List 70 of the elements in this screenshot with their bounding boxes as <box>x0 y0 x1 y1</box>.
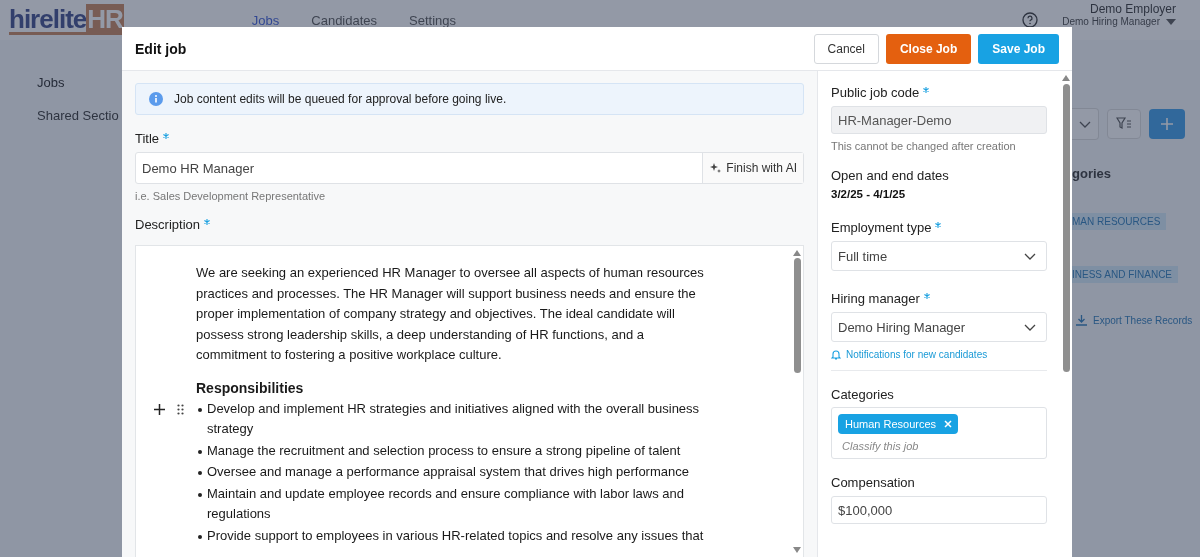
scrollbar-thumb[interactable] <box>793 258 801 373</box>
bullet-icon <box>198 449 202 454</box>
field-label: Public job code <box>831 85 920 100</box>
sparkle-icon <box>709 162 722 174</box>
category-tag[interactable]: Human Resources <box>838 414 959 434</box>
field-label: Description <box>135 217 201 232</box>
cancel-button[interactable]: Cancel <box>813 33 879 64</box>
filter-button[interactable] <box>1107 109 1141 139</box>
nav-tab[interactable]: Jobs <box>251 12 280 28</box>
sidebar-item[interactable]: Jobs <box>37 75 122 90</box>
list-item: Provide support to employees in various HR-related topics and resolve any issues that <box>207 526 704 545</box>
finish-with-ai-button[interactable]: Finish with AI <box>702 153 803 183</box>
bullet-icon <box>198 534 202 539</box>
help-icon[interactable] <box>1022 12 1039 28</box>
bullet-icon <box>198 471 202 475</box>
list-item: Oversee and manage a performance appraisal system that drives high performance <box>207 463 689 481</box>
categories-field[interactable]: Human Resources Classify this job <box>831 407 1047 459</box>
user-role[interactable]: Demo Hiring Manager <box>1062 16 1160 27</box>
field-label: Compensation <box>831 475 916 490</box>
add-button[interactable] <box>1149 109 1185 139</box>
description-heading: Responsibilities <box>196 378 305 398</box>
sidebar-item[interactable]: Shared Sectio <box>37 108 122 123</box>
field-hint: i.e. Sales Development Representative <box>135 190 327 202</box>
category-tag: INESS AND FINANCE <box>1072 266 1179 283</box>
save-job-button[interactable]: Save Job <box>978 33 1059 64</box>
description-paragraph: We are seeking an experienced HR Manager to oversee all aspects of human resources practices and processes. The HR Manager will support business needs and ensure the proper implementation of company strategy and objectives. The ideal candidate will possess strong leadership skills, a deep understanding of HR functions, and a commitment to fostering a positive workplace culture. <box>196 264 705 364</box>
field-hint: This cannot be changed after creation <box>831 140 1017 152</box>
hiring-manager-select[interactable]: Demo Hiring Manager <box>831 312 1047 342</box>
nav-tab[interactable]: Candidates <box>311 12 378 28</box>
category-tag: MAN RESOURCES <box>1072 213 1167 230</box>
export-link[interactable]: Export These Records <box>1076 315 1200 326</box>
field-label: Open and end dates <box>831 168 950 183</box>
nav-tab[interactable]: Settings <box>409 12 457 28</box>
description-editor[interactable] <box>135 245 804 557</box>
scrollbar-thumb[interactable] <box>1062 84 1070 372</box>
notifications-link[interactable]: Notifications for new candidates <box>831 349 1047 360</box>
scroll-up-icon[interactable] <box>1062 75 1070 81</box>
field-label: Employment type <box>831 220 932 235</box>
bullet-icon <box>198 407 202 412</box>
list-item: Maintain and update employee records and ensure compliance with labor laws and regulations <box>207 484 685 523</box>
section-heading: gories <box>1072 166 1112 181</box>
scroll-down-icon[interactable] <box>793 547 801 553</box>
chevron-icon <box>1024 323 1036 331</box>
download-icon <box>1076 315 1087 326</box>
notice-text: Job content edits will be queued for approval before going live. <box>174 92 507 106</box>
date-range: 3/2/25 - 4/1/25 <box>831 188 907 200</box>
dialog-title: Edit job <box>135 40 187 57</box>
close-job-button[interactable]: Close Job <box>885 33 972 64</box>
field-label: Hiring manager <box>831 291 920 306</box>
filter-icon <box>1116 117 1132 131</box>
remove-icon[interactable] <box>944 420 953 428</box>
drag-handle-icon[interactable] <box>177 403 184 415</box>
bell-icon <box>831 349 841 360</box>
chevron-icon <box>1079 120 1091 128</box>
scroll-up-icon[interactable] <box>793 250 801 256</box>
user-name: Demo Employer <box>1089 3 1176 16</box>
bullet-icon <box>198 492 202 497</box>
chevron-icon <box>1024 252 1036 260</box>
title-field[interactable]: Demo HR Manager Finish with AI <box>135 152 804 184</box>
list-item: Manage the recruitment and selection process to ensure a strong pipeline of talent <box>207 441 681 460</box>
plus-icon[interactable] <box>154 403 165 415</box>
caret-icon[interactable] <box>1166 18 1176 25</box>
employment-type-select[interactable]: Full time <box>831 241 1047 271</box>
field-label: Title <box>135 131 160 146</box>
info-icon <box>149 92 163 106</box>
field-label: Categories <box>831 387 895 402</box>
compensation-input[interactable]: $100,000 <box>831 496 1047 524</box>
list-item: Develop and implement HR strategies and initiatives aligned with the overall business strategy <box>207 399 701 438</box>
logo[interactable]: hireliteHR <box>9 5 124 35</box>
plus-icon <box>1160 117 1174 131</box>
